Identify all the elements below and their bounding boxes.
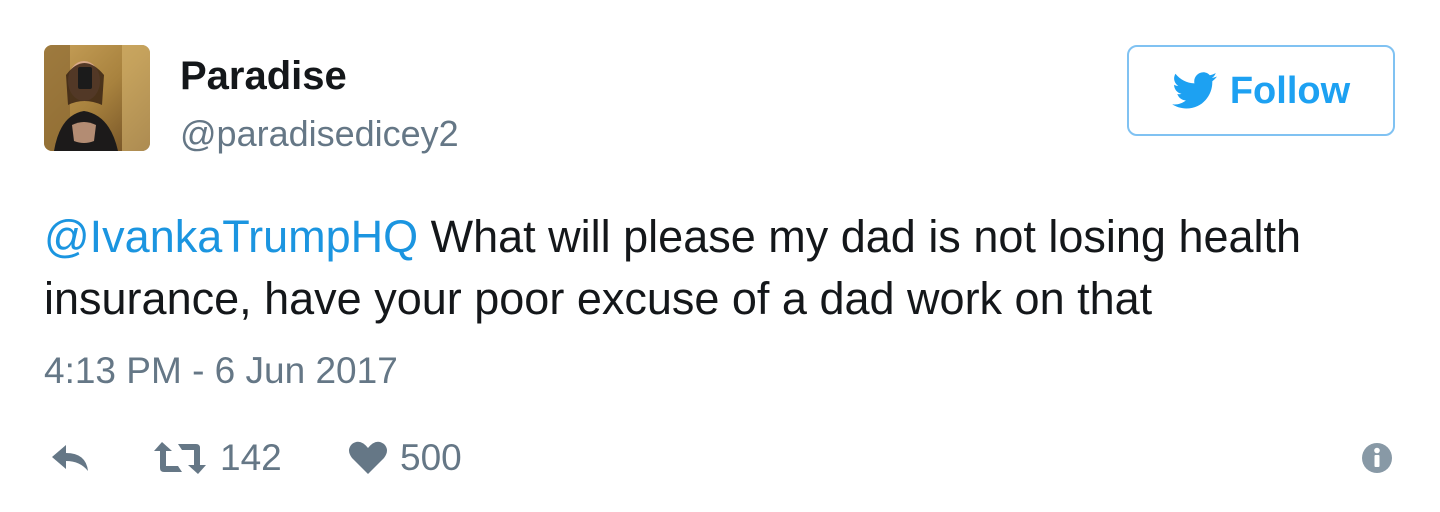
avatar[interactable] (44, 45, 150, 151)
tweet-timestamp[interactable]: 4:13 PM - 6 Jun 2017 (44, 348, 398, 394)
retweet-button[interactable]: 142 (152, 432, 282, 484)
reply-button[interactable] (48, 432, 92, 484)
user-handle[interactable]: @paradisedicey2 (180, 112, 459, 156)
reply-icon (52, 445, 88, 471)
info-icon (1362, 443, 1392, 473)
info-button[interactable] (1360, 432, 1394, 484)
tweet-actions: 142 500 (44, 432, 1404, 484)
like-button[interactable]: 500 (348, 432, 462, 484)
follow-label: Follow (1229, 69, 1351, 112)
retweet-count: 142 (220, 437, 282, 478)
tweet-card: Paradise @paradisedicey2 Follow @IvankaT… (0, 0, 1440, 512)
display-name[interactable]: Paradise (180, 52, 347, 100)
mention-link[interactable]: @IvankaTrumpHQ (44, 211, 418, 262)
tweet-text: @IvankaTrumpHQ What will please my dad i… (44, 206, 1404, 330)
avatar-image (44, 45, 150, 151)
twitter-bird-icon (1172, 71, 1217, 108)
retweet-icon (154, 442, 206, 474)
like-count: 500 (400, 437, 462, 478)
follow-button[interactable]: Follow (1127, 45, 1395, 136)
heart-icon (349, 441, 387, 474)
